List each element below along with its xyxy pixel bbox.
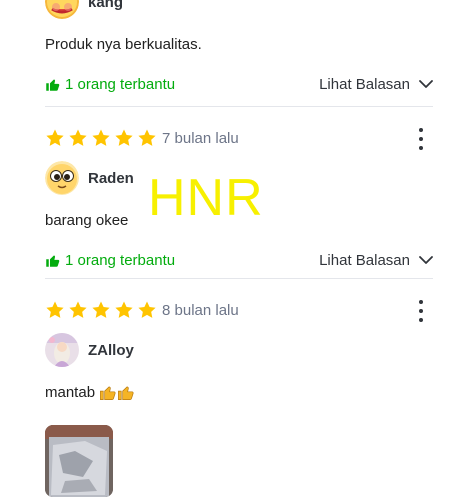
chevron-down-icon [410,79,433,89]
star-icon [114,300,134,320]
star-icon [68,128,88,148]
review-header: 7 bulan lalu [45,124,433,152]
review-footer: 1 orang terbantu Lihat Balasan [45,73,433,95]
review-header: 8 bulan lalu [45,296,433,324]
review-divider [45,106,433,107]
star-icon [45,128,65,148]
view-replies-label: Lihat Balasan [319,75,410,93]
star-icon [91,300,111,320]
reviewer-row: ZAlloy [45,332,433,368]
review-card: kang Produk nya berkualitas. 1 orang ter… [45,0,433,95]
star-icon [45,300,65,320]
view-replies-button[interactable]: Lihat Balasan [319,76,433,93]
helpful-button[interactable]: 1 orang terbantu [45,252,175,269]
kebab-menu-icon[interactable] [413,300,429,322]
avatar[interactable] [45,333,79,367]
star-icon [137,300,157,320]
kebab-menu-icon[interactable] [413,128,429,150]
view-replies-button[interactable]: Lihat Balasan [319,252,433,269]
reviewer-name[interactable]: Raden [88,170,134,187]
review-footer: 1 orang terbantu Lihat Balasan [45,249,433,271]
chevron-down-icon [410,255,433,265]
review-divider [45,278,433,279]
thumbs-up-emoji-icon [99,384,134,401]
review-text: mantab [45,382,433,402]
reviewer-name[interactable]: kang [88,0,123,11]
watermark-text: HNR [148,169,264,227]
avatar[interactable] [45,161,79,195]
star-icon [68,300,88,320]
review-photo[interactable] [45,425,113,497]
reviewer-row: kang [45,0,433,20]
review-time: 7 bulan lalu [162,129,239,147]
reviewer-name[interactable]: ZAlloy [88,342,134,359]
review-card: 8 bulan lalu ZAlloy mantab [45,296,433,497]
star-icon [91,128,111,148]
review-text-body: mantab [45,383,96,401]
avatar[interactable] [45,0,79,19]
view-replies-label: Lihat Balasan [319,251,410,269]
star-rating [45,300,157,320]
helpful-button[interactable]: 1 orang terbantu [45,76,175,93]
star-icon [114,128,134,148]
star-icon [137,128,157,148]
review-text: Produk nya berkualitas. [45,35,202,53]
thumbs-up-icon [45,77,65,92]
thumbs-up-icon [45,253,65,268]
star-rating [45,128,157,148]
helpful-count: 1 orang terbantu [65,251,176,269]
review-time: 8 bulan lalu [162,301,239,319]
helpful-count: 1 orang terbantu [65,75,176,93]
